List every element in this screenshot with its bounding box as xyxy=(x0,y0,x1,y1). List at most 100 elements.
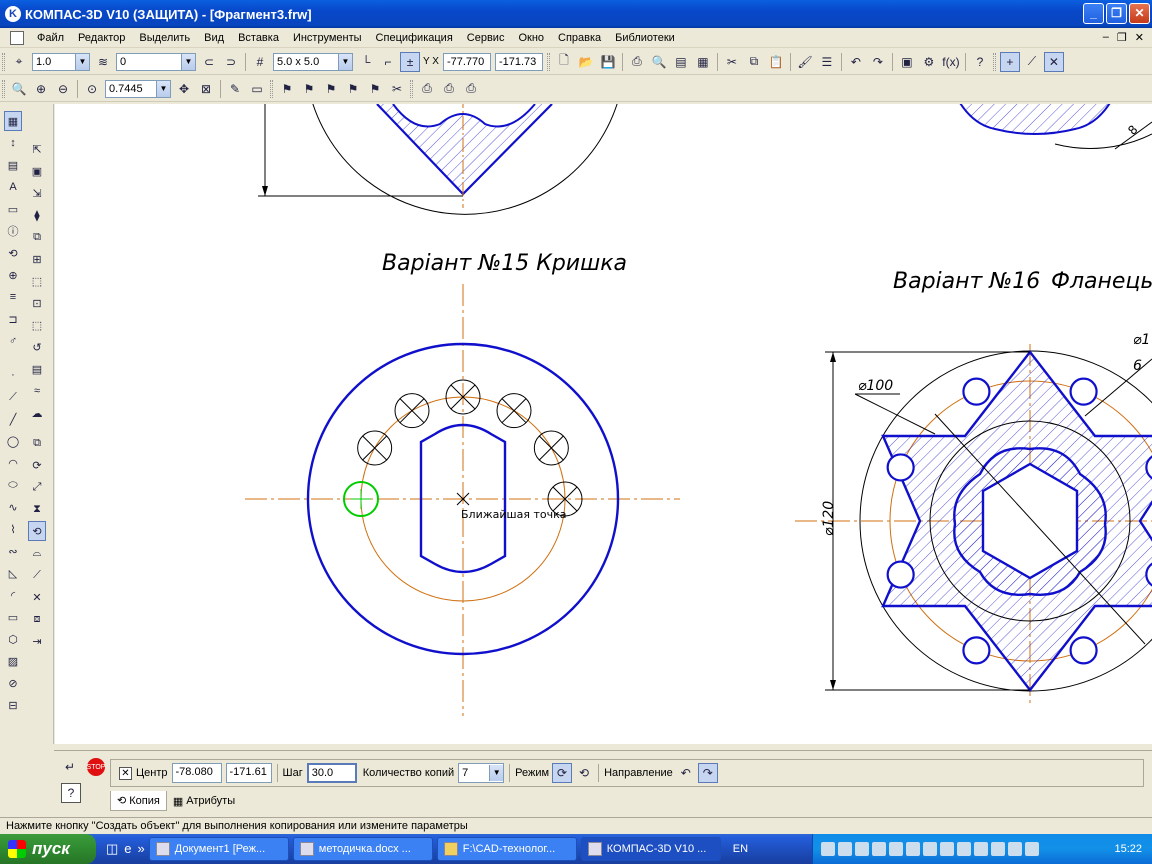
language-indicator[interactable]: EN xyxy=(733,843,748,855)
curve-icon[interactable]: ∿ xyxy=(4,497,22,517)
center-y-field[interactable]: -171.61 xyxy=(225,763,272,783)
toolbar-grip[interactable] xyxy=(992,52,996,71)
insert-panel-icon[interactable]: ♂ xyxy=(4,331,22,351)
menu-service[interactable]: Сервис xyxy=(460,32,512,44)
zoom-combo[interactable]: 0.7445 ▼ xyxy=(105,79,171,98)
quicklaunch-icon-3[interactable]: » xyxy=(138,841,145,857)
menu-help[interactable]: Справка xyxy=(551,32,608,44)
chevron-down-icon[interactable]: ▼ xyxy=(75,53,89,70)
mode-around-icon[interactable]: ⟲ xyxy=(574,763,594,783)
mode-step-icon[interactable]: ⟳ xyxy=(552,763,573,783)
wave-icon[interactable]: ≈ xyxy=(28,381,46,401)
point-icon[interactable]: · xyxy=(4,365,22,385)
task-folder[interactable]: F:\CAD-технолог... xyxy=(436,837,577,861)
measure-panel-icon[interactable]: ⓘ xyxy=(4,221,22,241)
arc-icon[interactable]: ◠ xyxy=(4,453,22,473)
toolbar-grip[interactable] xyxy=(546,52,550,71)
toolbar-grip[interactable] xyxy=(270,79,273,98)
polygon-icon[interactable]: ⬡ xyxy=(4,629,22,649)
local-cs-icon[interactable]: ⌖ xyxy=(9,52,29,72)
drawing-svg[interactable]: 8 Варіант №15 Кришка Варіант №16 Фланець… xyxy=(55,104,1152,744)
chamfer-icon[interactable]: ◺ xyxy=(4,563,22,583)
menu-libraries[interactable]: Библиотеки xyxy=(608,32,682,44)
task-word-metodichka[interactable]: методичка.docx ... xyxy=(292,837,433,861)
variables-fx-icon[interactable]: f(x) xyxy=(941,52,961,72)
copy-circle-icon[interactable]: ⟲ xyxy=(28,521,46,541)
symmetry-icon[interactable]: ⧫ xyxy=(28,205,46,225)
polyline-icon[interactable]: ⌇ xyxy=(4,519,22,539)
coord-y-field[interactable]: -171.73 xyxy=(494,52,543,71)
mdi-minimize-button[interactable]: – xyxy=(1103,31,1109,44)
copies-combo[interactable]: 7 ▼ xyxy=(458,763,505,783)
spec-icon-6[interactable]: ✂ xyxy=(387,79,407,99)
reports-panel-icon[interactable]: ⊐ xyxy=(4,309,22,329)
mdi-close-button[interactable]: ✕ xyxy=(1135,31,1144,44)
display-icon[interactable]: ▭ xyxy=(247,79,267,99)
list-icon[interactable]: ☰ xyxy=(817,52,837,72)
scale-icon[interactable]: ⇲ xyxy=(28,183,46,203)
copy-scale-icon[interactable]: ⤢ xyxy=(28,477,46,497)
center-checkbox[interactable]: ✕ xyxy=(119,766,132,780)
assoc-panel-icon[interactable]: ⊕ xyxy=(4,265,22,285)
spec-icon-4[interactable]: ⚑ xyxy=(343,79,363,99)
menu-file[interactable]: Файл xyxy=(30,32,71,44)
save-icon[interactable]: 💾 xyxy=(598,52,618,72)
restore-button[interactable]: ❐ xyxy=(1106,3,1127,24)
snap-line-icon[interactable]: ⟋ xyxy=(1022,52,1042,72)
ortho-icon[interactable]: └ xyxy=(356,52,376,72)
close-button[interactable]: ✕ xyxy=(1129,3,1150,24)
tray-icon[interactable] xyxy=(906,842,920,856)
ie-icon[interactable]: e xyxy=(124,841,131,857)
toolbar-grip[interactable] xyxy=(2,79,5,98)
trim-icon[interactable]: ⊡ xyxy=(28,293,46,313)
properties-icon[interactable]: ▤ xyxy=(671,52,691,72)
format-brush-icon[interactable]: 🖌 xyxy=(795,52,815,72)
chevron-down-icon[interactable]: ▼ xyxy=(156,80,170,97)
grid-step-combo[interactable]: 5.0 x 5.0 ▼ xyxy=(273,52,353,71)
spec-icon-3[interactable]: ⚑ xyxy=(321,79,341,99)
print-preview-icon[interactable]: 🔍 xyxy=(649,52,669,72)
select-panel-icon[interactable]: ⟲ xyxy=(4,243,22,263)
grid-icon[interactable]: # xyxy=(250,52,270,72)
report-icon-1[interactable]: ⎙ xyxy=(417,79,437,99)
zoom-out-icon[interactable]: ⊖ xyxy=(53,79,73,99)
open-folder-icon[interactable]: 📂 xyxy=(576,52,596,72)
report-icon-2[interactable]: ⎙ xyxy=(439,79,459,99)
cut-icon[interactable]: ✂ xyxy=(722,52,742,72)
tray-icon[interactable] xyxy=(889,842,903,856)
params-panel-icon[interactable]: ▭ xyxy=(4,199,22,219)
tray-icon[interactable] xyxy=(940,842,954,856)
volume-icon[interactable] xyxy=(1025,842,1039,856)
copy-rotate-icon[interactable]: ⟳ xyxy=(28,455,46,475)
tray-icon[interactable] xyxy=(821,842,835,856)
menu-select[interactable]: Выделить xyxy=(132,32,197,44)
break-icon[interactable]: ⬚ xyxy=(28,315,46,335)
menu-insert[interactable]: Вставка xyxy=(231,32,286,44)
tray-icon[interactable] xyxy=(923,842,937,856)
fragment-icon[interactable]: ▤ xyxy=(28,359,46,379)
layout-icon[interactable]: ▦ xyxy=(693,52,713,72)
tray-icon[interactable] xyxy=(1008,842,1022,856)
task-kompas[interactable]: КОМПАС-3D V10 ... xyxy=(580,837,721,861)
align-icon[interactable]: ⇥ xyxy=(28,631,46,651)
start-button[interactable]: пуск xyxy=(0,834,96,864)
zoom-fit-icon[interactable]: ⊠ xyxy=(196,79,216,99)
minimize-button[interactable]: _ xyxy=(1083,3,1104,24)
tray-icon[interactable] xyxy=(838,842,852,856)
move-icon[interactable]: ⇱ xyxy=(28,139,46,159)
paste-icon[interactable]: 📋 xyxy=(766,52,786,72)
toolbar-grip[interactable] xyxy=(2,52,5,71)
segment-icon[interactable]: ╱ xyxy=(4,409,22,429)
bezier-icon[interactable]: ∾ xyxy=(4,541,22,561)
contour-icon[interactable]: ⊘ xyxy=(4,673,22,693)
offset-icon[interactable]: ⧈ xyxy=(28,609,46,629)
array-icon[interactable]: ⊞ xyxy=(28,249,46,269)
circle-icon[interactable]: ◯ xyxy=(4,431,22,451)
new-document-icon[interactable]: 🗋 xyxy=(554,52,574,72)
notation-panel-icon[interactable]: ▤ xyxy=(4,155,22,175)
dimensions-panel-icon[interactable]: ↕ xyxy=(4,133,22,153)
create-object-icon[interactable]: ↵ xyxy=(61,757,79,777)
menu-tools[interactable]: Инструменты xyxy=(286,32,369,44)
menu-specification[interactable]: Спецификация xyxy=(369,32,460,44)
mdi-restore-button[interactable]: ❐ xyxy=(1117,31,1127,44)
